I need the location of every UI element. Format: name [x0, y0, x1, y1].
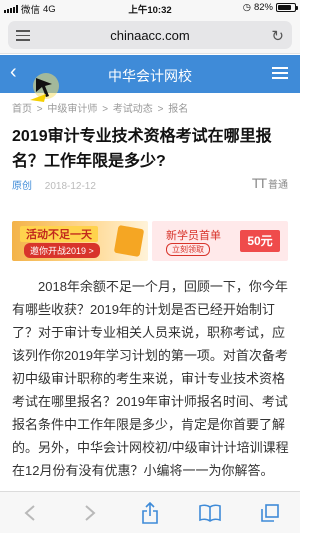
gift-box-icon — [113, 224, 145, 258]
promo-right-sub: 立刻领取 — [166, 243, 210, 256]
reload-icon[interactable]: ↻ — [271, 27, 284, 45]
article-body: 2018年余额不足一个月，回顾一下，你今年有哪些收获？2019年的计划是否已经开… — [12, 279, 289, 478]
battery-icon — [276, 3, 298, 12]
article-date: 2018-12-12 — [44, 181, 96, 192]
coupon-amount: 50元 — [240, 230, 280, 252]
forward-icon[interactable] — [75, 498, 105, 528]
breadcrumb-category[interactable]: 中级审计师 — [47, 104, 97, 115]
breadcrumb-section[interactable]: 考试动态 — [113, 104, 153, 115]
battery-percent: 82% — [253, 2, 273, 13]
font-size-icon: TT — [251, 175, 267, 191]
breadcrumb-separator: > — [157, 104, 164, 115]
breadcrumb-separator: > — [102, 104, 109, 115]
url-field[interactable]: chinaacc.com ↻ — [8, 21, 292, 49]
status-right: ◷ 82% — [242, 2, 298, 13]
tabs-icon[interactable] — [255, 498, 285, 528]
promo-banner-left[interactable]: 活动不足一天 邀你开战2019 > — [12, 221, 148, 261]
share-icon[interactable] — [135, 498, 165, 528]
browser-address-bar: chinaacc.com ↻ — [0, 16, 300, 54]
breadcrumb-current[interactable]: 报名 — [168, 104, 188, 115]
status-bar: 微信 4G 上午10:32 ◷ 82% — [0, 0, 300, 16]
font-size-label: 普通 — [268, 180, 288, 191]
promo-right-headline: 新学员首单 — [166, 230, 221, 242]
breadcrumb: 首页 > 中级审计师 > 考试动态 > 报名 — [12, 100, 190, 115]
browser-toolbar — [0, 491, 300, 533]
site-header: ‹ 中华会计网校 — [0, 55, 300, 93]
bookmarks-icon[interactable] — [195, 498, 225, 528]
promo-left-headline: 活动不足一天 — [20, 226, 98, 242]
menu-list-icon[interactable] — [272, 67, 288, 82]
promo-left-sub: 邀你开战2019 > — [24, 243, 100, 258]
breadcrumb-home[interactable]: 首页 — [12, 104, 32, 115]
article-title: 2019审计专业技术资格考试在哪里报名？工作年限是多少? — [12, 128, 272, 170]
back-icon[interactable] — [15, 498, 45, 528]
promo-banner-right[interactable]: 新学员首单 立刻领取 50元 — [152, 221, 288, 261]
url-text[interactable]: chinaacc.com — [8, 28, 292, 43]
breadcrumb-separator: > — [36, 104, 43, 115]
font-size-toggle[interactable]: TT 普通 — [252, 175, 288, 191]
article-meta: 原创 2018-12-12 TT 普通 — [12, 175, 288, 192]
alarm-icon: ◷ — [242, 2, 251, 13]
article-tag: 原创 — [12, 181, 32, 192]
site-title: 中华会计网校 — [108, 68, 192, 84]
